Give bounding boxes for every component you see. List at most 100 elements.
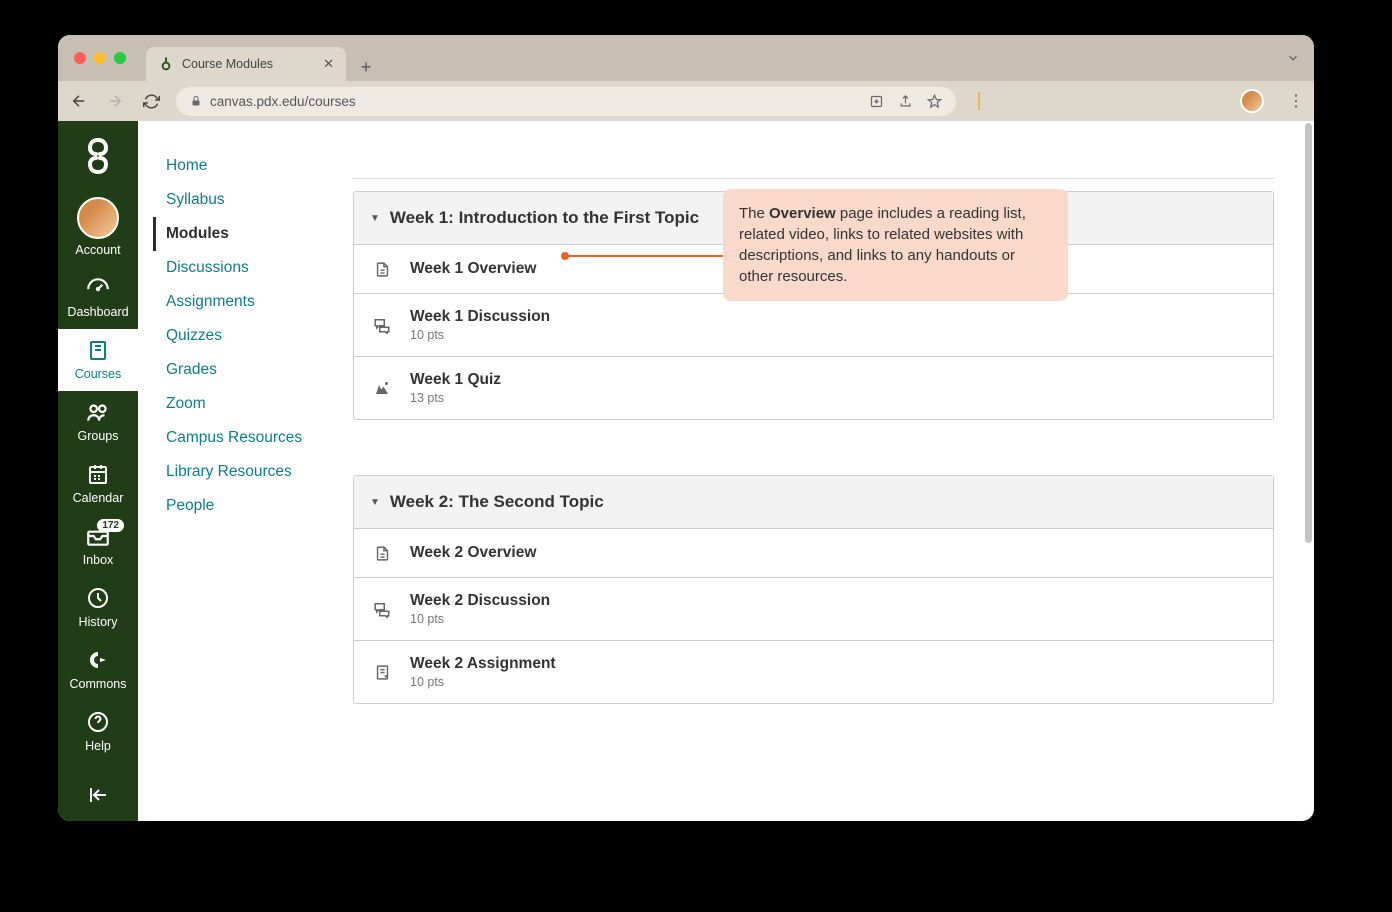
module-item-title: Week 1 Discussion [410,308,550,326]
global-nav-history[interactable]: History [58,577,138,639]
module-item-assignment[interactable]: Week 2 Assignment 10 pts [354,641,1273,703]
browser-tab-active[interactable]: Course Modules ✕ [146,47,346,81]
discussion-icon [372,599,392,619]
assignment-icon [372,662,392,682]
caret-down-icon: ▼ [370,213,380,224]
minimize-window-button[interactable] [94,52,106,64]
module-item-discussion[interactable]: Week 2 Discussion 10 pts [354,578,1273,641]
module-item-points: 13 pts [410,391,501,405]
course-layout: Home Syllabus Modules Discussions Assign… [138,121,1314,821]
module-title: Week 1: Introduction to the First Topic [390,208,699,228]
install-icon[interactable] [869,94,884,109]
module-item-points: 10 pts [410,675,556,689]
global-nav-calendar[interactable]: Calendar [58,453,138,515]
course-nav-modules[interactable]: Modules [153,217,353,251]
discussion-icon [372,315,392,335]
annotation-line [567,255,725,257]
module-item-points: 10 pts [410,328,550,342]
courses-icon [85,337,111,363]
course-nav-home[interactable]: Home [166,149,353,183]
global-nav-label: Calendar [73,491,124,505]
course-nav-people[interactable]: People [166,489,353,523]
course-nav-assignments[interactable]: Assignments [166,285,353,319]
collapse-nav-button[interactable] [86,783,110,807]
course-nav: Home Syllabus Modules Discussions Assign… [138,121,353,821]
global-nav: Account Dashboard Courses Groups Calenda… [58,121,138,821]
global-nav-dashboard[interactable]: Dashboard [58,267,138,329]
calendar-icon [85,461,111,487]
back-button[interactable] [68,90,90,112]
separator [978,92,980,110]
module-item-title: Week 2 Discussion [410,592,550,610]
url-text: canvas.pdx.edu/courses [210,94,356,109]
module-item-title: Week 2 Assignment [410,655,556,673]
course-nav-discussions[interactable]: Discussions [166,251,353,285]
annotation-callout: The Overview page includes a reading lis… [723,189,1068,301]
callout-text-bold: Overview [769,205,836,222]
global-nav-help[interactable]: Help [58,701,138,763]
course-nav-grades[interactable]: Grades [166,353,353,387]
course-nav-campus-resources[interactable]: Campus Resources [166,421,353,455]
global-nav-groups[interactable]: Groups [58,391,138,453]
new-tab-button[interactable]: + [352,53,380,81]
caret-down-icon: ▼ [370,497,380,508]
tab-overflow-button[interactable] [1286,51,1300,65]
bookmark-icon[interactable] [927,94,942,109]
course-nav-zoom[interactable]: Zoom [166,387,353,421]
global-nav-account[interactable]: Account [58,189,138,267]
browser-menu-button[interactable]: ⋮ [1288,91,1304,111]
quiz-icon [372,378,392,398]
commons-icon [85,647,111,673]
global-nav-label: Dashboard [67,305,128,319]
inbox-badge: 172 [97,519,124,532]
tab-close-button[interactable]: ✕ [323,56,334,72]
tab-title: Course Modules [182,57,273,71]
modules-main: ▼ Week 1: Introduction to the First Topi… [353,121,1314,821]
global-nav-inbox[interactable]: 172 Inbox [58,515,138,577]
forward-button[interactable] [104,90,126,112]
module-title: Week 2: The Second Topic [390,492,604,512]
help-icon [85,709,111,735]
global-nav-label: Help [85,739,111,753]
module-header[interactable]: ▼ Week 2: The Second Topic [354,476,1273,529]
global-nav-label: Courses [75,367,122,381]
tab-strip: Course Modules ✕ + [146,35,380,81]
maximize-window-button[interactable] [114,52,126,64]
global-nav-courses[interactable]: Courses [58,329,138,391]
account-avatar [77,197,119,239]
global-nav-label: Account [75,243,120,257]
browser-window: Course Modules ✕ + canvas.pdx.edu/course… [58,35,1314,821]
module-item-quiz[interactable]: Week 1 Quiz 13 pts [354,357,1273,419]
course-nav-syllabus[interactable]: Syllabus [166,183,353,217]
close-window-button[interactable] [74,52,86,64]
share-icon[interactable] [898,94,913,109]
url-actions [869,94,942,109]
profile-avatar[interactable] [1240,89,1264,113]
module-item-title: Week 1 Overview [410,260,536,278]
callout-text-before: The [739,205,769,222]
global-nav-label: Groups [78,429,119,443]
module-item-discussion[interactable]: Week 1 Discussion 10 pts [354,294,1273,357]
page-icon [372,259,392,279]
groups-icon [85,399,111,425]
omnibox-bar: canvas.pdx.edu/courses ⋮ [58,81,1314,121]
global-nav-label: Inbox [83,553,114,567]
scrollbar-thumb[interactable] [1305,123,1312,543]
module-item-title: Week 2 Overview [410,544,536,562]
dashboard-icon [85,275,111,301]
global-nav-commons[interactable]: Commons [58,639,138,701]
lock-icon [190,95,202,107]
course-nav-library-resources[interactable]: Library Resources [166,455,353,489]
reload-button[interactable] [140,90,162,112]
lms-logo[interactable] [73,131,123,181]
module-item-overview[interactable]: Week 2 Overview [354,529,1273,578]
global-nav-label: History [79,615,118,629]
top-divider [353,139,1274,179]
module-item-points: 10 pts [410,612,550,626]
url-bar[interactable]: canvas.pdx.edu/courses [176,87,956,116]
module-item-title: Week 1 Quiz [410,371,501,389]
global-nav-label: Commons [70,677,127,691]
page-icon [372,543,392,563]
history-icon [85,585,111,611]
course-nav-quizzes[interactable]: Quizzes [166,319,353,353]
